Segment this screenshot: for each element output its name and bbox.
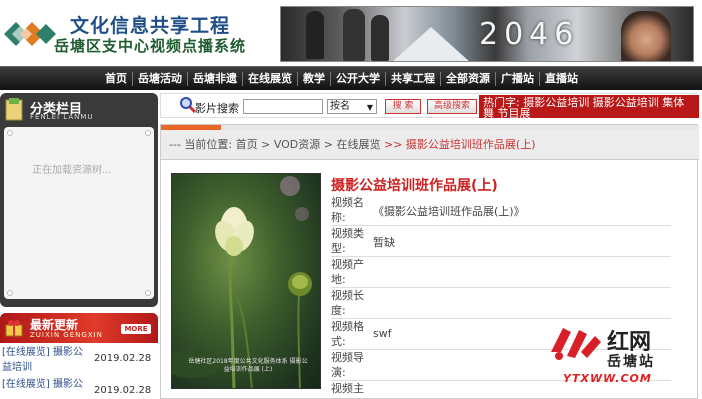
site-title-line1: 文化信息共享工程 bbox=[70, 15, 231, 37]
detail-label: 视频格式: bbox=[331, 320, 364, 348]
breadcrumb-current: >> 摄影公益培训班作品展(上) bbox=[384, 138, 536, 151]
chevron-down-icon: ▼ bbox=[366, 103, 373, 112]
header-banner: 2046 bbox=[280, 6, 694, 62]
folder-icon bbox=[5, 98, 23, 121]
corner-dot bbox=[145, 290, 151, 296]
banner-portrait bbox=[621, 11, 671, 61]
nav-item-all-resources[interactable]: 全部资源 bbox=[441, 72, 496, 86]
detail-label: 视频类型: bbox=[331, 227, 364, 255]
breadcrumb: --- 当前位置: 首页 > VOD资源 > 在线展览 >> 摄影公益培训班作品… bbox=[161, 130, 699, 160]
corner-dot bbox=[7, 290, 13, 296]
main-nav: 首页 岳塘活动 岳塘非遗 在线展览 教学 公开大学 共享工程 全部资源 广播站 … bbox=[0, 66, 702, 90]
detail-label: 视频主 bbox=[331, 382, 364, 395]
update-date: 2019.02.28 bbox=[94, 385, 152, 396]
category-subtitle: FENLEI LANMU bbox=[30, 113, 94, 121]
update-title-link[interactable]: [在线展览] 摄影公 bbox=[2, 377, 92, 392]
lotus-image bbox=[172, 176, 312, 388]
site-logo-icon bbox=[4, 22, 56, 46]
detail-label: 视频产地: bbox=[331, 258, 364, 286]
nav-items: 首页 岳塘活动 岳塘非遗 在线展览 教学 公开大学 共享工程 全部资源 广播站 … bbox=[100, 67, 583, 91]
detail-row-type: 视频类型: 暂缺 bbox=[331, 226, 671, 257]
sidebar: 分类栏目 FENLEI LANMU 正在加载资源树... 最新更新 ZUIXIN… bbox=[0, 93, 158, 399]
detail-row-length: 视频长度: bbox=[331, 288, 671, 319]
detail-label: 视频长度: bbox=[331, 289, 364, 317]
detail-label: 视频导演: bbox=[331, 351, 364, 379]
update-date: 2019.02.28 bbox=[94, 353, 152, 364]
banner-text: 2046 bbox=[479, 17, 580, 52]
updates-subtitle: ZUIXIN GENGXIN bbox=[30, 331, 103, 339]
site-title-line2: 岳塘区支中心视频点播系统 bbox=[54, 37, 247, 55]
gift-icon bbox=[5, 320, 23, 337]
hot-keywords[interactable]: 热门字: 摄影公益培训 摄影公益培训 集体舞 节目展 bbox=[479, 95, 699, 118]
poster-caption: 岳塘社区2018年度公共文化服务体系 摄影公益培训作品展 (上) bbox=[188, 358, 308, 373]
search-input[interactable] bbox=[243, 99, 323, 114]
search-button[interactable]: 搜 索 bbox=[385, 99, 421, 114]
search-type-value: 按名 bbox=[330, 101, 350, 112]
nav-item-open-university[interactable]: 公开大学 bbox=[331, 72, 386, 86]
nav-item-live[interactable]: 直播站 bbox=[540, 72, 583, 86]
breadcrumb-prefix: --- 当前位置: bbox=[169, 138, 236, 151]
detail-row-name: 视频名称: 《摄影公益培训班作品展(上)》 bbox=[331, 195, 671, 226]
list-item[interactable]: [在线展览] 摄影公益培训 2019.02.28 bbox=[2, 345, 152, 375]
category-panel: 分类栏目 FENLEI LANMU 正在加载资源树... bbox=[0, 93, 158, 307]
nav-item-home[interactable]: 首页 bbox=[100, 72, 133, 86]
updates-list: [在线展览] 摄影公益培训 2019.02.28 [在线展览] 摄影公 2019… bbox=[0, 343, 158, 399]
list-item[interactable]: [在线展览] 摄影公 2019.02.28 bbox=[2, 377, 152, 399]
nav-item-teaching[interactable]: 教学 bbox=[298, 72, 331, 86]
detail-value: 暂缺 bbox=[373, 236, 395, 249]
search-type-select[interactable]: 按名 ▼ bbox=[327, 99, 377, 114]
search-bar: 影片搜索 按名 ▼ 搜 索 高级搜索 热门字: 摄影公益培训 摄影公益培训 集体… bbox=[160, 93, 699, 118]
nav-item-radio[interactable]: 广播站 bbox=[496, 72, 540, 86]
detail-value: 《摄影公益培训班作品展(上)》 bbox=[373, 205, 525, 218]
corner-dot bbox=[7, 130, 13, 136]
category-header: 分类栏目 FENLEI LANMU bbox=[0, 93, 158, 127]
updates-header: 最新更新 ZUIXIN GENGXIN MORE bbox=[0, 313, 158, 343]
update-title-link[interactable]: [在线展览] 摄影公益培训 bbox=[2, 345, 92, 375]
watermark-url: YTXWW.COM bbox=[563, 372, 652, 385]
banner-figure bbox=[306, 11, 324, 59]
detail-value: swf bbox=[373, 327, 392, 340]
more-button[interactable]: MORE bbox=[121, 324, 151, 334]
nav-item-activities[interactable]: 岳塘活动 bbox=[133, 72, 188, 86]
category-tree[interactable]: 正在加载资源树... bbox=[4, 127, 154, 299]
banner-figure bbox=[371, 15, 389, 61]
video-poster[interactable]: 岳塘社区2018年度公共文化服务体系 摄影公益培训作品展 (上) bbox=[171, 173, 321, 389]
banner-figure bbox=[343, 9, 365, 61]
detail-row-origin: 视频产地: bbox=[331, 257, 671, 288]
banner-mountain bbox=[391, 27, 471, 61]
latest-updates-panel: 最新更新 ZUIXIN GENGXIN MORE [在线展览] 摄影公益培训 2… bbox=[0, 313, 158, 399]
watermark: 红网 岳塘站 YTXWW.COM bbox=[545, 320, 685, 390]
site-header: 文化信息共享工程 岳塘区支中心视频点播系统 2046 bbox=[0, 0, 702, 66]
breadcrumb-path[interactable]: 首页 > VOD资源 > 在线展览 bbox=[236, 138, 384, 151]
detail-label: 视频名称: bbox=[331, 196, 364, 224]
corner-dot bbox=[145, 130, 151, 136]
nav-item-heritage[interactable]: 岳塘非遗 bbox=[188, 72, 243, 86]
loading-text: 正在加载资源树... bbox=[32, 165, 112, 176]
advanced-search-button[interactable]: 高级搜索 bbox=[427, 99, 477, 114]
search-label: 影片搜索 bbox=[195, 102, 239, 115]
nav-item-exhibition[interactable]: 在线展览 bbox=[243, 72, 298, 86]
brand-logo-icon bbox=[551, 328, 601, 360]
watermark-station: 岳塘站 bbox=[607, 354, 655, 370]
nav-item-sharing-project[interactable]: 共享工程 bbox=[386, 72, 441, 86]
video-title: 摄影公益培训班作品展(上) bbox=[331, 178, 498, 194]
